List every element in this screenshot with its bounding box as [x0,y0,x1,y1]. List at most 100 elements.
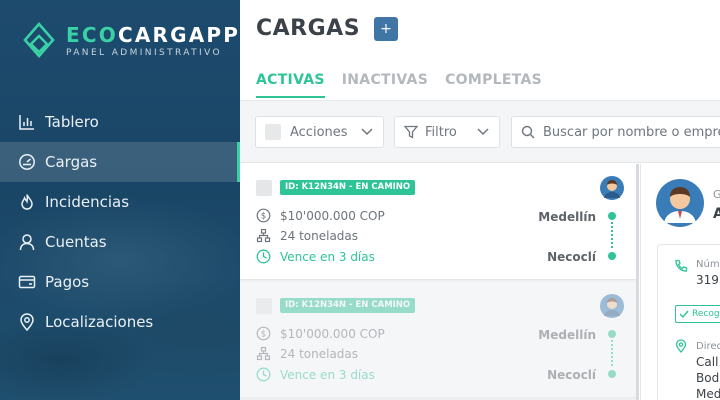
destination-dot [608,370,616,378]
sidebar-item-label: Tablero [45,113,99,131]
route-line [611,222,613,248]
select-all-checkbox[interactable] [265,124,281,140]
detail-panel: G A Núm 319 Recog Direc Call Bod Med [640,164,720,400]
weight-row: 24 toneladas [256,228,358,243]
due-value: Vence en 3 días [280,367,375,382]
destination-city: Necoclí [547,250,596,264]
due-value: Vence en 3 días [280,249,375,264]
svg-text:$: $ [261,212,266,222]
user-icon [19,234,35,251]
map-pin-icon [20,313,34,331]
brand-name-eco: ECO [66,23,118,47]
status-badge: ID: K12N34N - EN CAMINO [280,298,416,313]
dollar-coin-icon: $ [256,208,271,223]
sidebar-item-cargas[interactable]: Cargas [0,142,240,182]
driver-info-card: Núm 319 Recog Direc Call Bod Med [657,244,720,400]
price-value: $10'000.000 COP [280,208,385,223]
chevron-down-icon [477,128,489,136]
phone-label: Núm [696,259,720,270]
address-line: Bod [696,371,720,385]
avatar [600,294,624,318]
list-scrollbar[interactable] [636,164,639,400]
bar-chart-icon [19,115,34,130]
address-line: Med [696,387,720,400]
address-label: Direc [696,341,720,352]
pickup-tag: Recog [675,305,720,323]
sidebar-item-pagos[interactable]: Pagos [0,262,240,302]
chevron-down-icon [361,128,373,136]
card-checkbox[interactable] [256,180,272,196]
sidebar-item-label: Localizaciones [45,313,154,331]
sidebar-item-label: Cuentas [45,233,107,251]
sidebar-item-incidencias[interactable]: Incidencias [0,182,240,222]
sidebar-item-cuentas[interactable]: Cuentas [0,222,240,262]
location-pin-icon [675,339,687,353]
carga-card[interactable]: ID: K12N34N - EN CAMINO $ $10'000.000 CO… [240,282,636,398]
page-title: CARGAS [256,16,361,41]
weight-value: 24 toneladas [280,228,359,243]
tab-activas[interactable]: ACTIVAS [256,72,325,98]
due-row: Vence en 3 días [256,367,375,382]
route-line [611,340,613,366]
card-checkbox[interactable] [256,298,272,314]
status-badge: ID: K12N34N - EN CAMINO [280,180,416,195]
address-line: Call [696,355,719,369]
tab-inactivas[interactable]: INACTIVAS [342,72,428,98]
tab-completas[interactable]: COMPLETAS [445,72,542,98]
svg-text:$: $ [261,330,266,340]
driver-label: G [713,188,720,201]
brand[interactable]: ECOCARGAPP PANEL ADMINISTRATIVO [22,22,240,60]
phone-icon [675,259,688,272]
filter-dropdown[interactable]: Filtro [394,116,500,148]
sidebar-item-tablero[interactable]: Tablero [0,102,240,142]
weight-value: 24 toneladas [280,346,359,361]
pickup-tag-label: Recog [692,309,720,319]
actions-dropdown[interactable]: Acciones [255,116,384,148]
price-value: $10'000.000 COP [280,326,385,341]
logo-icon [23,22,55,58]
brand-subtitle: PANEL ADMINISTRATIVO [66,48,222,58]
weight-row: 24 toneladas [256,346,358,361]
search-input[interactable]: Buscar por nombre o empresa [543,125,720,140]
hierarchy-icon [256,346,271,361]
flame-icon [21,194,33,210]
phone-value: 319 [696,273,719,287]
brand-name-rest: CARGAPP [117,23,240,47]
price-row: $ $10'000.000 COP [256,208,385,223]
destination-dot [608,252,616,260]
origin-dot [608,212,616,220]
due-row: Vence en 3 días [256,249,375,264]
sidebar-item-label: Incidencias [45,193,130,211]
brand-name: ECOCARGAPP [66,24,240,46]
page-header: CARGAS + [256,16,399,41]
check-icon [679,310,689,319]
cargas-list: ID: K12N34N - EN CAMINO $ $10'000.000 CO… [240,164,638,400]
main-content: CARGAS + ACTIVAS INACTIVAS COMPLETAS Acc… [240,0,720,400]
sidebar-item-label: Cargas [45,153,98,171]
clock-icon [256,367,271,382]
sidebar-item-label: Pagos [45,273,90,291]
search-icon [521,125,535,139]
origin-dot [608,330,616,338]
sidebar: ECOCARGAPP PANEL ADMINISTRATIVO Tablero … [0,0,240,400]
driver-avatar [656,179,704,227]
carga-card[interactable]: ID: K12N34N - EN CAMINO $ $10'000.000 CO… [240,164,636,280]
dollar-coin-icon: $ [256,326,271,341]
search-box[interactable]: Buscar por nombre o empresa [511,116,720,148]
origin-city: Medellín [538,210,596,224]
clock-icon [256,249,271,264]
actions-label: Acciones [290,124,348,140]
brand-text: ECOCARGAPP PANEL ADMINISTRATIVO [66,24,240,58]
gauge-icon [19,154,35,170]
filter-icon [404,125,418,139]
avatar [600,176,624,200]
add-carga-button[interactable]: + [374,16,399,41]
filter-label: Filtro [425,124,457,140]
price-row: $ $10'000.000 COP [256,326,385,341]
driver-name: A [713,206,720,222]
origin-city: Medellín [538,328,596,342]
tabs: ACTIVAS INACTIVAS COMPLETAS [256,72,559,98]
sidebar-item-localizaciones[interactable]: Localizaciones [0,302,240,342]
wallet-icon [18,275,36,289]
hierarchy-icon [256,228,271,243]
